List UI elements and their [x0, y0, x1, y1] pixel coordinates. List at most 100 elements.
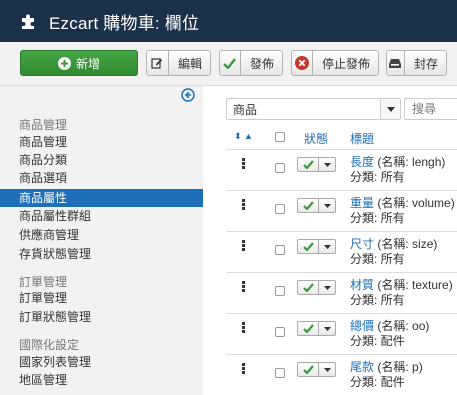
unpublish-button-label: 停止發佈: [321, 56, 370, 71]
edit-button-label: 編輯: [177, 56, 202, 71]
edit-button[interactable]: 編輯: [146, 50, 211, 76]
published-check-icon[interactable]: [297, 157, 319, 172]
sidebar-item-categories[interactable]: 商品分類: [0, 151, 203, 169]
published-check-icon[interactable]: [297, 362, 319, 377]
published-check-icon[interactable]: [297, 280, 319, 295]
attribute-category: 分類: 所有: [350, 211, 405, 225]
attribute-category: 分類: 所有: [350, 293, 405, 307]
drag-handle-icon[interactable]: [242, 240, 245, 251]
status-dropdown-icon[interactable]: [319, 362, 336, 377]
sidebar-item-attributes[interactable]: 商品屬性: [0, 189, 203, 207]
sidebar-item-countries[interactable]: 國家列表管理: [0, 353, 203, 371]
sidebar-item-suppliers[interactable]: 供應商管理: [0, 226, 203, 244]
published-check-icon[interactable]: [297, 198, 319, 213]
attribute-title-link[interactable]: 長度: [350, 155, 374, 169]
status-toggle[interactable]: [297, 321, 336, 336]
attribute-category: 分類: 所有: [350, 252, 405, 266]
archive-button-label: 封存: [413, 56, 438, 71]
sidebar-item-options[interactable]: 商品選項: [0, 169, 203, 187]
row-checkbox[interactable]: [275, 204, 285, 214]
category-filter-select[interactable]: 商品: [226, 98, 401, 120]
archive-icon: [387, 51, 405, 75]
sidebar: 商品管理 商品管理 商品分類 商品選項 商品屬性 商品屬性群組 供應商管理 存貨…: [0, 86, 203, 395]
column-title-header[interactable]: 標題: [350, 130, 374, 147]
drag-handle-icon[interactable]: [242, 158, 245, 169]
new-button-label: 新增: [75, 56, 100, 71]
status-dropdown-icon[interactable]: [319, 198, 336, 213]
status-dropdown-icon[interactable]: [319, 280, 336, 295]
attribute-meta: (名稱: volume): [377, 196, 455, 210]
table-row: 重量 (名稱: volume) 分類: 所有: [226, 191, 457, 232]
status-toggle[interactable]: [297, 362, 336, 377]
sidebar-item-order-status[interactable]: 訂單狀態管理: [0, 308, 203, 326]
table-row: 尺寸 (名稱: size) 分類: 所有: [226, 232, 457, 273]
plus-circle-icon: [57, 56, 71, 70]
attribute-meta: (名稱: lengh): [377, 155, 446, 169]
attribute-meta: (名稱: oo): [377, 319, 430, 333]
attribute-category: 分類: 所有: [350, 170, 405, 184]
title-cell: 尺寸 (名稱: size) 分類: 所有: [350, 237, 437, 267]
attribute-meta: (名稱: p): [377, 360, 423, 374]
title-cell: 材質 (名稱: texture) 分類: 所有: [350, 278, 453, 308]
archive-button[interactable]: 封存: [386, 50, 447, 76]
table-row: 總價 (名稱: oo) 分類: 配件: [226, 314, 457, 355]
table-header: ⬍ ▲ 狀態 標題: [226, 124, 457, 150]
main-content: 商品 ⬍ ▲ 狀態 標題 長度 (名稱: lengh)分類: 所有重量 (名稱:…: [203, 86, 457, 395]
search-input[interactable]: [404, 98, 457, 120]
title-cell: 重量 (名稱: volume) 分類: 所有: [350, 196, 455, 226]
unpublish-button[interactable]: 停止發佈: [291, 50, 379, 76]
sidebar-item-products[interactable]: 商品管理: [0, 133, 203, 151]
attribute-meta: (名稱: size): [377, 237, 438, 251]
row-checkbox[interactable]: [275, 163, 285, 173]
sort-order-icon[interactable]: ⬍ ▲: [234, 131, 253, 142]
check-icon: [220, 51, 241, 75]
new-button[interactable]: 新增: [20, 50, 138, 76]
table-row: 尾款 (名稱: p) 分類: 配件: [226, 355, 457, 395]
attribute-title-link[interactable]: 總價: [350, 319, 374, 333]
row-checkbox[interactable]: [275, 327, 285, 337]
attribute-title-link[interactable]: 重量: [350, 196, 374, 210]
edit-icon: [147, 51, 169, 75]
sidebar-item-orders[interactable]: 訂單管理: [0, 289, 203, 307]
status-dropdown-icon[interactable]: [319, 157, 336, 172]
publish-button-label: 發佈: [249, 56, 274, 71]
status-toggle[interactable]: [297, 157, 336, 172]
published-check-icon[interactable]: [297, 321, 319, 336]
sidebar-item-stock-status[interactable]: 存貨狀態管理: [0, 245, 203, 263]
sidebar-item-attribute-groups[interactable]: 商品屬性群組: [0, 207, 203, 225]
attribute-meta: (名稱: texture): [377, 278, 453, 292]
page-title: Ezcart 購物車: 欄位: [49, 13, 200, 33]
row-checkbox[interactable]: [275, 245, 285, 255]
select-all-checkbox[interactable]: [275, 132, 285, 142]
title-cell: 尾款 (名稱: p) 分類: 配件: [350, 360, 423, 390]
attribute-title-link[interactable]: 尺寸: [350, 237, 374, 251]
drag-handle-icon[interactable]: [242, 363, 245, 374]
row-checkbox[interactable]: [275, 368, 285, 378]
status-dropdown-icon[interactable]: [319, 321, 336, 336]
sidebar-heading-i18n: 國際化設定: [19, 338, 80, 352]
unpublish-icon: [292, 51, 313, 75]
attribute-title-link[interactable]: 尾款: [350, 360, 374, 374]
column-status-header[interactable]: 狀態: [304, 130, 328, 147]
status-toggle[interactable]: [297, 198, 336, 213]
title-cell: 總價 (名稱: oo) 分類: 配件: [350, 319, 429, 349]
drag-handle-icon[interactable]: [242, 281, 245, 292]
sidebar-heading-products: 商品管理: [19, 118, 68, 132]
collapse-sidebar-icon[interactable]: [181, 88, 195, 102]
puzzle-icon: [22, 14, 34, 29]
drag-handle-icon[interactable]: [242, 322, 245, 333]
drag-handle-icon[interactable]: [242, 199, 245, 210]
attribute-title-link[interactable]: 材質: [350, 278, 374, 292]
category-filter-value: 商品: [233, 102, 258, 117]
app-header: Ezcart 購物車: 欄位: [0, 0, 457, 42]
status-toggle[interactable]: [297, 239, 336, 254]
table-row: 材質 (名稱: texture) 分類: 所有: [226, 273, 457, 314]
status-dropdown-icon[interactable]: [319, 239, 336, 254]
title-cell: 長度 (名稱: lengh) 分類: 所有: [350, 155, 445, 185]
publish-button[interactable]: 發佈: [219, 50, 283, 76]
status-toggle[interactable]: [297, 280, 336, 295]
sidebar-item-regions[interactable]: 地區管理: [0, 371, 203, 389]
published-check-icon[interactable]: [297, 239, 319, 254]
chevron-down-icon: [380, 99, 400, 119]
row-checkbox[interactable]: [275, 286, 285, 296]
